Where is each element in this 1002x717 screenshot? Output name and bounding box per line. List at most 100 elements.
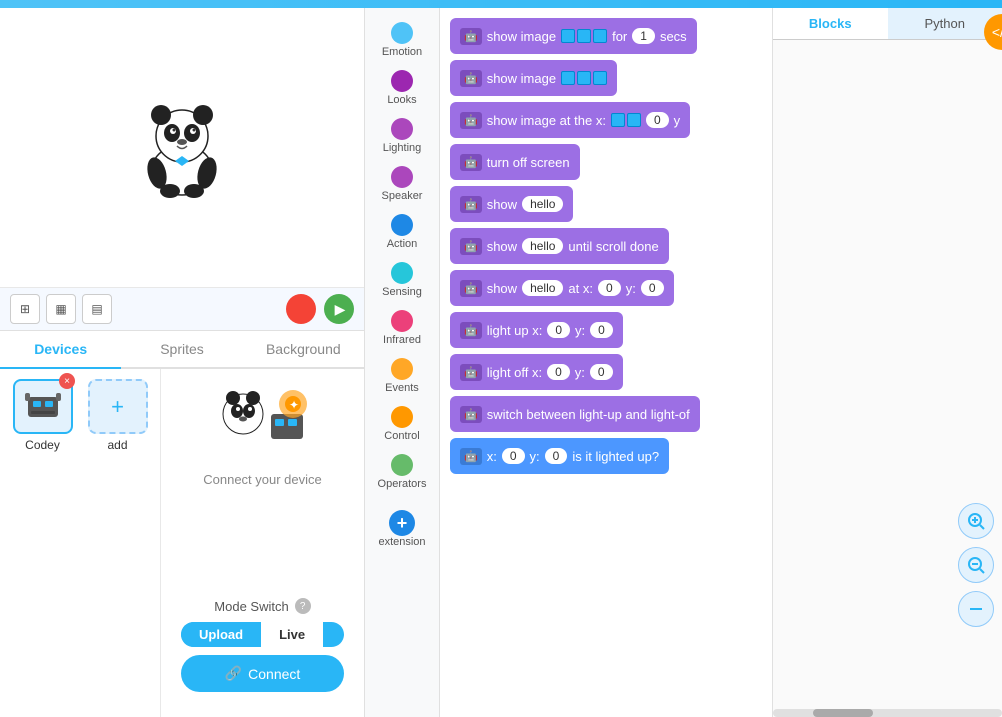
block-show-hello-scroll[interactable]: 🤖 show hello until scroll done [450,228,669,264]
operators-dot [391,454,413,476]
tab-sprites[interactable]: Sprites [121,331,242,369]
block-show-hello-xy[interactable]: 🤖 show hello at x: 0 y: 0 [450,270,674,306]
device-close-btn[interactable]: × [59,373,75,389]
hello-value-6[interactable]: hello [522,238,563,254]
expand-btn[interactable]: ⊞ [10,294,40,324]
events-dot [391,358,413,380]
reset-icon [967,600,985,618]
block-text-1: show image [487,29,556,44]
devices-content: × Codey + [0,369,364,717]
hello-value-5[interactable]: hello [522,196,563,212]
scrollbar-thumb[interactable] [813,709,873,717]
upload-btn[interactable]: Upload [181,622,261,647]
connect-illustration: ✦ [213,384,313,464]
category-sensing[interactable]: Sensing [370,258,435,302]
category-looks[interactable]: Looks [370,66,435,110]
stop-button[interactable] [286,294,316,324]
category-action[interactable]: Action [370,210,435,254]
svg-text:✦: ✦ [289,398,299,412]
operators-label: Operators [378,478,427,490]
y-label-7: y: [626,281,636,296]
y-label-8: y: [575,323,585,338]
lighting-dot [391,118,413,140]
live-btn[interactable]: Live [261,622,323,647]
y-value-11[interactable]: 0 [545,448,568,464]
block-switch-light[interactable]: 🤖 switch between light-up and light-of [450,396,700,432]
y-label-11: y: [530,449,540,464]
category-infrared[interactable]: Infrared [370,306,435,350]
y-value-9[interactable]: 0 [590,364,613,380]
codey-device[interactable]: × Codey [10,379,75,452]
block-light-up[interactable]: 🤖 light up x: 0 y: 0 [450,312,623,348]
category-lighting[interactable]: Lighting [370,114,435,158]
block-robot-icon-4: 🤖 [460,154,482,171]
right-panel: Blocks Python </> [772,8,1002,717]
block-text-4: turn off screen [487,155,570,170]
block-turn-off-screen[interactable]: 🤖 turn off screen [450,144,580,180]
block-robot-icon-9: 🤖 [460,364,482,381]
block-robot-icon-8: 🤖 [460,322,482,339]
extension-label: extension [378,536,425,548]
is-lighted-text: is it lighted up? [572,449,659,464]
category-extension[interactable]: + extension [370,506,435,552]
add-device-item[interactable]: + add [85,379,150,452]
device-list: × Codey + [0,369,160,717]
events-label: Events [385,382,419,394]
zoom-out-btn[interactable] [958,547,994,583]
block-text-2: show image [487,71,556,86]
connect-label: Connect your device [203,472,322,487]
horizontal-scrollbar[interactable] [773,709,1002,717]
mode-switch-row: Mode Switch ? [214,598,310,614]
secs-value[interactable]: 1 [632,28,655,44]
tab-blocks[interactable]: Blocks [773,8,888,39]
sensing-label: Sensing [382,286,422,298]
reset-btn[interactable] [958,591,994,627]
block-text-6: show [487,239,517,254]
block-robot-icon-10: 🤖 [460,406,482,423]
block-text-8: light up x: [487,323,543,338]
top-bar [0,0,1002,8]
x-value-7[interactable]: 0 [598,280,621,296]
y-value-7[interactable]: 0 [641,280,664,296]
block-show-image-at[interactable]: 🤖 show image at the x: 0 y [450,102,690,138]
extension-btn[interactable]: + [389,510,415,536]
infrared-label: Infrared [383,334,421,346]
x-value-8[interactable]: 0 [547,322,570,338]
block-show-image-for[interactable]: 🤖 show image for 1 secs [450,18,697,54]
connect-button[interactable]: 🔗 Connect [181,655,344,692]
play-button[interactable]: ▶ [324,294,354,324]
x-value-9[interactable]: 0 [547,364,570,380]
y-text-3: y [674,113,681,128]
block-light-off[interactable]: 🤖 light off x: 0 y: 0 [450,354,623,390]
category-speaker[interactable]: Speaker [370,162,435,206]
list-btn[interactable]: ▤ [82,294,112,324]
category-control[interactable]: Control [370,402,435,446]
add-device-btn[interactable]: + [88,379,148,434]
block-text-11: x: [487,449,497,464]
zoom-in-btn[interactable] [958,503,994,539]
preview-area [0,8,364,288]
category-events[interactable]: Events [370,354,435,398]
y-value-8[interactable]: 0 [590,322,613,338]
mode-help-btn[interactable]: ? [295,598,311,614]
category-panel: Emotion Looks Lighting Speaker Action Se… [365,8,440,717]
main-container: ⊞ ▦ ▤ ▶ Devices Sprites Background × [0,8,1002,717]
block-robot-icon-2: 🤖 [460,70,482,87]
left-panel: ⊞ ▦ ▤ ▶ Devices Sprites Background × [0,8,365,717]
float-buttons [950,493,1002,637]
mode-toggle[interactable]: Upload Live [181,622,344,647]
category-operators[interactable]: Operators [370,450,435,494]
infrared-dot [391,310,413,332]
block-is-lighted[interactable]: 🤖 x: 0 y: 0 is it lighted up? [450,438,669,474]
x-value-3[interactable]: 0 [646,112,669,128]
tab-devices[interactable]: Devices [0,331,121,369]
toolbar: ⊞ ▦ ▤ ▶ [0,288,364,331]
looks-label: Looks [387,94,416,106]
block-show-hello[interactable]: 🤖 show hello [450,186,573,222]
category-emotion[interactable]: Emotion [370,18,435,62]
hello-value-7[interactable]: hello [522,280,563,296]
tab-background[interactable]: Background [243,331,364,369]
grid-btn[interactable]: ▦ [46,294,76,324]
x-value-11[interactable]: 0 [502,448,525,464]
block-show-image[interactable]: 🤖 show image [450,60,617,96]
